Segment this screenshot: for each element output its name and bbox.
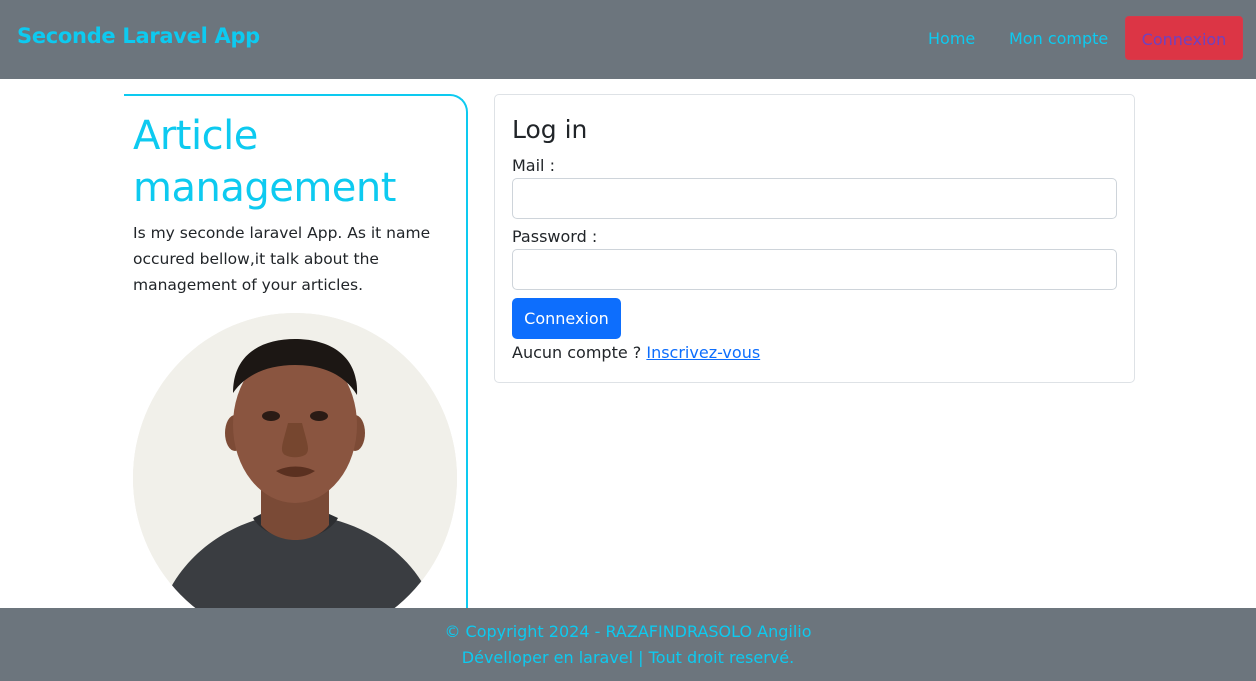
login-submit-button[interactable]: Connexion bbox=[512, 298, 621, 339]
mail-label: Mail : bbox=[512, 156, 555, 175]
nav-link-home[interactable]: Home bbox=[928, 29, 975, 48]
hero-title: Article management bbox=[133, 113, 396, 211]
nav-link-mon-compte[interactable]: Mon compte bbox=[1009, 29, 1108, 48]
intro-card: Article management Is my seconde laravel… bbox=[124, 94, 468, 624]
login-title: Log in bbox=[512, 115, 588, 144]
top-navbar: Seconde Laravel App Home Mon compte Conn… bbox=[0, 0, 1256, 79]
footer-copyright: © Copyright 2024 - RAZAFINDRASOLO Angili… bbox=[444, 622, 812, 641]
signup-prompt: Aucun compte ? bbox=[512, 343, 647, 362]
profile-photo-icon bbox=[133, 313, 457, 624]
signup-link[interactable]: Inscrivez-vous bbox=[646, 343, 760, 362]
password-label: Password : bbox=[512, 227, 598, 246]
footer-credits: Dévelloper en laravel | Tout droit reser… bbox=[461, 648, 795, 667]
nav-connexion-button[interactable]: Connexion bbox=[1125, 16, 1243, 60]
login-card: Log in Mail : Password : Connexion Aucun… bbox=[494, 94, 1135, 383]
profile-photo bbox=[133, 313, 457, 624]
signup-line: Aucun compte ? Inscrivez-vous bbox=[512, 343, 760, 362]
mail-input[interactable] bbox=[512, 178, 1117, 219]
password-input[interactable] bbox=[512, 249, 1117, 290]
hero-description: Is my seconde laravel App. As it name oc… bbox=[133, 224, 431, 294]
page-footer: © Copyright 2024 - RAZAFINDRASOLO Angili… bbox=[0, 608, 1256, 681]
brand-link[interactable]: Seconde Laravel App bbox=[17, 24, 260, 48]
